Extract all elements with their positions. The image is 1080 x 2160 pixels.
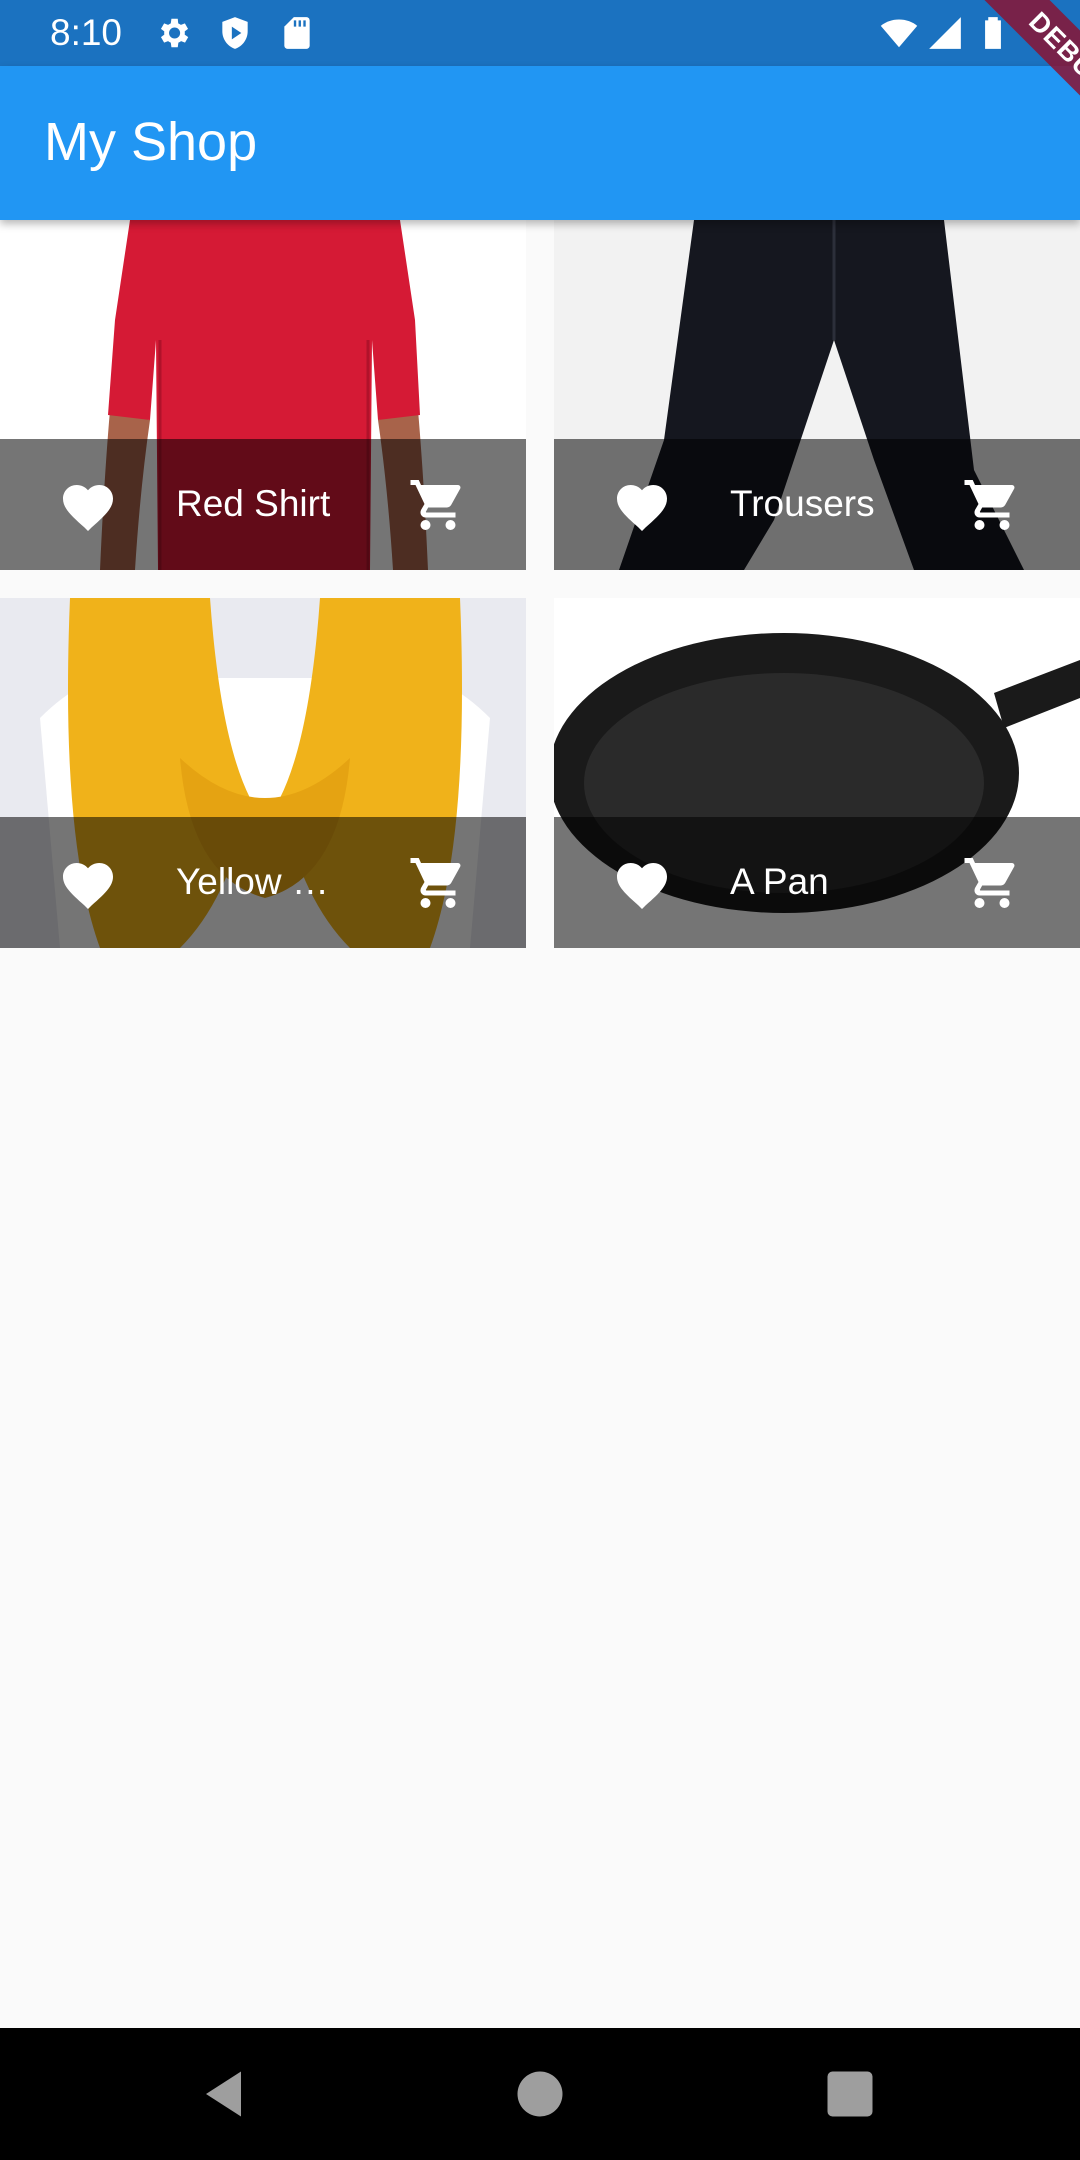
product-title: Yellow Scarf xyxy=(176,861,336,902)
favorite-icon[interactable] xyxy=(612,477,672,533)
status-time: 8:10 xyxy=(50,12,123,53)
wifi-icon xyxy=(880,14,918,52)
tile-footer: Red Shirt xyxy=(0,439,526,570)
screen: 8:10 My Shop DEBUG Red Shirt Trousers Ye… xyxy=(0,0,1080,2160)
product-title: Trousers xyxy=(730,483,875,524)
product-tile-red-shirt[interactable]: Red Shirt xyxy=(0,220,526,570)
back-icon[interactable] xyxy=(196,2064,256,2124)
cart-icon[interactable] xyxy=(962,853,1022,913)
tile-footer: Trousers xyxy=(554,439,1080,570)
product-title: A Pan xyxy=(730,861,829,902)
page-title: My Shop xyxy=(44,112,258,172)
play-protect-icon xyxy=(216,14,254,52)
sd-card-icon xyxy=(278,14,316,52)
app-bar: My Shop xyxy=(0,66,1080,220)
system-nav-bar xyxy=(0,2028,1080,2160)
product-tile-trousers[interactable]: Trousers xyxy=(554,220,1080,570)
product-tile-pan[interactable]: A Pan xyxy=(554,598,1080,948)
favorite-icon[interactable] xyxy=(612,855,672,911)
product-title: Red Shirt xyxy=(176,483,331,524)
tile-footer: A Pan xyxy=(554,817,1080,948)
product-tile-yellow-scarf[interactable]: Yellow Scarf xyxy=(0,598,526,948)
recents-icon[interactable] xyxy=(820,2064,880,2124)
favorite-icon[interactable] xyxy=(58,855,118,911)
cart-icon[interactable] xyxy=(962,475,1022,535)
favorite-icon[interactable] xyxy=(58,477,118,533)
tile-footer: Yellow Scarf xyxy=(0,817,526,948)
cart-icon[interactable] xyxy=(408,475,468,535)
signal-icon xyxy=(926,14,964,52)
status-bar: 8:10 xyxy=(0,0,1080,66)
home-icon[interactable] xyxy=(510,2064,570,2124)
settings-icon xyxy=(154,14,192,52)
cart-icon[interactable] xyxy=(408,853,468,913)
